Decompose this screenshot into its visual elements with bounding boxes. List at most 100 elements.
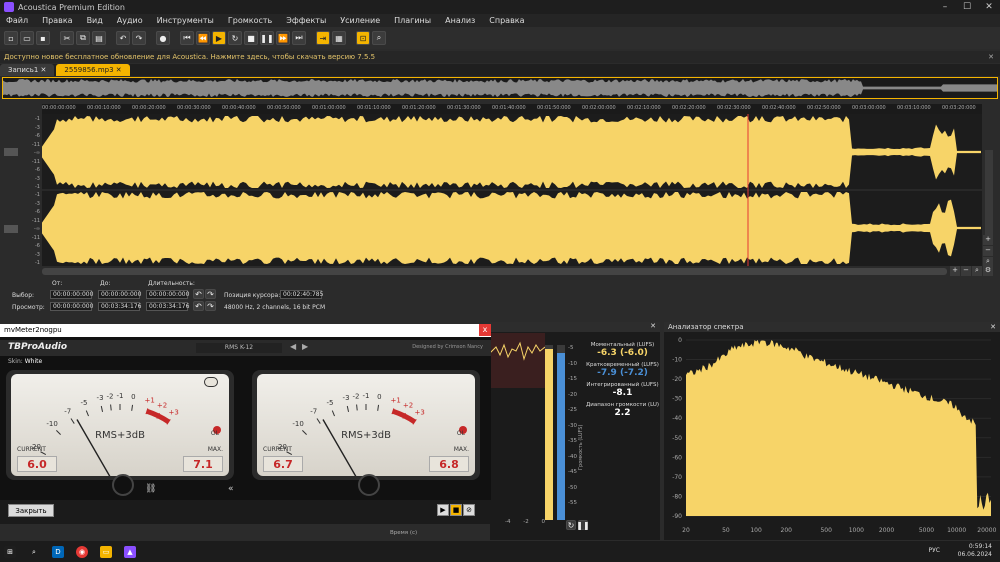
menu-edit[interactable]: Правка [42, 16, 72, 25]
spec-y-tick: 0 [678, 337, 682, 344]
dtc-app-icon[interactable]: D [52, 545, 64, 558]
tray-lang[interactable]: РУС [929, 547, 940, 554]
maximize-button[interactable]: ☐ [956, 2, 978, 12]
amp-tick: -3 [35, 251, 40, 258]
zoom-fit-icon[interactable]: ⌕ [972, 266, 982, 276]
skip-end-icon[interactable]: ⏭ [292, 31, 306, 45]
preset-next-icon[interactable]: ▶ [302, 342, 308, 351]
pause-icon[interactable]: ❚❚ [260, 31, 274, 45]
preset-selector[interactable]: RMS K-12 [196, 343, 282, 353]
channel-right-control[interactable] [4, 225, 18, 233]
menu-audio[interactable]: Аудио [117, 16, 143, 25]
vertical-scrollbar[interactable] [985, 150, 993, 240]
left-gain-knob[interactable] [112, 474, 134, 496]
skip-start-icon[interactable]: ⏮ [180, 31, 194, 45]
start-icon[interactable]: ⊞ [4, 545, 16, 558]
menu-effects[interactable]: Эффекты [286, 16, 326, 25]
vzoom-fit-icon[interactable]: ⌕ [983, 257, 993, 267]
chrome-icon[interactable]: ◉ [76, 545, 88, 558]
play-icon[interactable]: ▶ [212, 31, 226, 45]
menu-help[interactable]: Справка [489, 16, 524, 25]
vzoom-in-icon[interactable]: + [983, 235, 993, 245]
save-icon[interactable]: ▪ [36, 31, 50, 45]
menu-gain[interactable]: Усиление [340, 16, 380, 25]
amp-tick: -6 [35, 209, 40, 215]
menu-file[interactable]: Файл [6, 16, 28, 25]
tab-mp3-file[interactable]: 2559856.mp3 ✕ [56, 64, 130, 76]
ruler-tick: 00:01:20:000 [402, 105, 436, 111]
tray-clock[interactable]: 0:59:14 06.06.2024 [958, 543, 992, 559]
plugin-close-button[interactable]: Закрыть [8, 504, 54, 517]
audio-format: 48000 Hz, 2 channels, 16 bit PCM [224, 304, 326, 311]
right-gain-knob[interactable] [358, 474, 380, 496]
plugin-play-icon[interactable]: ▶ [437, 504, 449, 516]
update-notice[interactable]: Доступно новое бесплатное обновление для… [0, 51, 1000, 63]
close-window-button[interactable]: ✕ [978, 2, 1000, 12]
spectrum-area [686, 340, 991, 516]
fast-forward-icon[interactable]: ⏩ [276, 31, 290, 45]
notice-close-icon[interactable]: ✕ [988, 51, 994, 63]
plugin-close-icon[interactable]: x [479, 324, 491, 336]
collapse-icon[interactable]: « [228, 484, 234, 494]
vzoom-out-icon[interactable]: − [983, 246, 993, 256]
menu-volume[interactable]: Громкость [228, 16, 272, 25]
paste-icon[interactable]: ▤ [92, 31, 106, 45]
cut-icon[interactable]: ✂ [60, 31, 74, 45]
sel-redo-icon[interactable]: ↷ [205, 289, 216, 299]
open-folder-icon[interactable]: ▭ [20, 31, 34, 45]
window-title: Acoustica Premium Edition [18, 2, 125, 12]
view-from-field[interactable]: 00:00:00:000 [50, 302, 93, 311]
loudness-pause-icon[interactable]: ❚❚ [576, 520, 590, 530]
view-undo-icon[interactable]: ↶ [193, 301, 204, 311]
waveform-view[interactable] [42, 114, 982, 266]
loudness-reset-icon[interactable]: ↻ [566, 520, 576, 530]
integrated-value: -8.1 [612, 388, 633, 398]
stereo-link-icon[interactable] [204, 377, 218, 387]
menu-analysis[interactable]: Анализ [445, 16, 475, 25]
zoom-tool-icon[interactable]: ⌕ [372, 31, 386, 45]
acoustica-taskbar-icon[interactable]: ▲ [124, 545, 136, 558]
cursor-field[interactable]: 00:02:40:785 [280, 290, 323, 299]
time-ruler[interactable]: 00:00:00:000 00:00:10:000 00:00:20:000 00:0… [42, 104, 982, 114]
record-icon[interactable]: ● [156, 31, 170, 45]
redo-icon[interactable]: ↷ [132, 31, 146, 45]
explorer-icon[interactable]: ▭ [100, 545, 112, 558]
monitor-icon[interactable]: ▦ [332, 31, 346, 45]
spectrum-close-icon[interactable]: ✕ [990, 322, 996, 332]
tab-recording1[interactable]: Запись1 ✕ [0, 64, 55, 76]
undo-icon[interactable]: ↶ [116, 31, 130, 45]
view-label: Просмотр: [12, 304, 45, 311]
follow-cursor-icon[interactable]: ⇥ [316, 31, 330, 45]
zoom-in-icon[interactable]: + [950, 266, 960, 276]
snap-icon[interactable]: ⊡ [356, 31, 370, 45]
stop-icon[interactable]: ■ [244, 31, 258, 45]
preset-prev-icon[interactable]: ◀ [290, 342, 296, 351]
plugin-bypass-icon[interactable]: ⊘ [463, 504, 475, 516]
menu-plugins[interactable]: Плагины [394, 16, 431, 25]
vu-needle [76, 419, 111, 476]
sel-len-field[interactable]: 00:00:00:000 [146, 290, 189, 299]
link-icon[interactable]: ⛓ [145, 484, 156, 494]
search-icon[interactable]: ⌕ [28, 546, 40, 558]
minimize-button[interactable]: – [934, 2, 956, 12]
loop-icon[interactable]: ↻ [228, 31, 242, 45]
view-len-field[interactable]: 00:03:34:176 [146, 302, 189, 311]
zoom-out-icon[interactable]: − [961, 266, 971, 276]
view-redo-icon[interactable]: ↷ [205, 301, 216, 311]
sel-to-field[interactable]: 00:00:00:000 [98, 290, 141, 299]
settings-wrench-icon[interactable]: ⚙ [983, 266, 993, 276]
skin-selector[interactable]: Skin: White [8, 358, 42, 365]
waveform-overview[interactable] [2, 77, 998, 99]
view-to-field[interactable]: 00:03:34:176 [98, 302, 141, 311]
sel-from-field[interactable]: 00:00:00:000 [50, 290, 93, 299]
channel-left-control[interactable] [4, 148, 18, 156]
copy-icon[interactable]: ⧉ [76, 31, 90, 45]
horizontal-scrollbar[interactable] [42, 268, 947, 275]
plugin-stop-icon[interactable]: ■ [450, 504, 462, 516]
sel-undo-icon[interactable]: ↶ [193, 289, 204, 299]
menu-view[interactable]: Вид [87, 16, 103, 25]
rewind-icon[interactable]: ⏪ [196, 31, 210, 45]
menu-tools[interactable]: Инструменты [157, 16, 214, 25]
new-file-icon[interactable]: ▫ [4, 31, 18, 45]
loudness-close-icon[interactable]: ✕ [650, 322, 656, 330]
